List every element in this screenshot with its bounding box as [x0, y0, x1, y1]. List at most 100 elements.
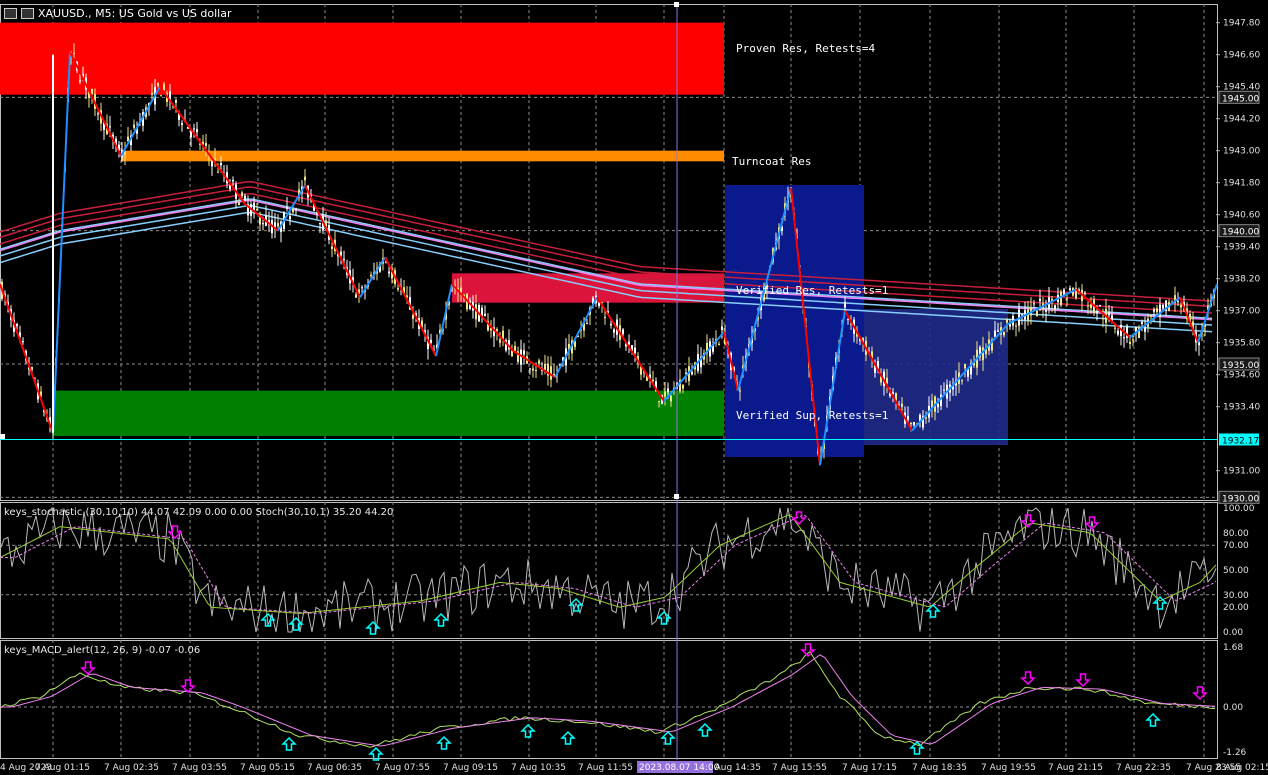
- candle-body: [943, 389, 945, 391]
- price-tick-label: 1931.00: [1223, 467, 1260, 477]
- stoch-tick-label: 100.00: [1223, 504, 1255, 514]
- symbol-type-icon[interactable]: [21, 7, 34, 19]
- price-level-label: 1945.00: [1222, 94, 1259, 104]
- candle-body: [157, 82, 159, 87]
- candle-body: [193, 128, 195, 130]
- stoch-tick-label: 80.00: [1223, 529, 1249, 539]
- candle-body: [925, 417, 927, 419]
- candle-body: [1156, 308, 1158, 313]
- stoch-tick-label: 20.00: [1223, 603, 1249, 613]
- candle-body: [535, 370, 537, 372]
- candle-body: [628, 341, 630, 345]
- sr-zone: [53, 390, 724, 436]
- candle-body: [721, 326, 723, 330]
- crosshair-handle[interactable]: [674, 2, 679, 7]
- time-label: 7 Aug 06:35: [307, 763, 362, 773]
- candle-body: [160, 95, 162, 97]
- chart-menu-icon[interactable]: [4, 7, 17, 19]
- time-label: 8 Aug 02:15: [1216, 763, 1268, 773]
- candle-body: [1132, 339, 1134, 341]
- candle-body: [211, 161, 213, 167]
- candle-body: [262, 223, 264, 225]
- candle-body: [1099, 305, 1101, 307]
- price-tick-label: 1945.40: [1223, 83, 1260, 93]
- candle-body: [277, 223, 279, 227]
- arrow-up-icon: [697, 722, 713, 737]
- candle-body: [397, 288, 399, 290]
- candle-body: [319, 222, 321, 225]
- arrow-up-icon: [436, 735, 452, 750]
- zigzag-segment: [435, 283, 453, 357]
- candle-body: [739, 390, 741, 392]
- zigzag-segment: [304, 184, 361, 298]
- candle-body: [910, 422, 912, 425]
- candle-body: [217, 171, 219, 173]
- candle-body: [1087, 305, 1089, 307]
- candle-body: [1066, 298, 1068, 300]
- candle-body: [151, 93, 153, 95]
- candle-body: [1027, 309, 1029, 322]
- stoch-tick-label: 0.00: [1223, 628, 1243, 638]
- candle-body: [256, 209, 258, 211]
- zigzag-segment: [159, 86, 246, 205]
- candle-body: [295, 208, 297, 210]
- candle-body: [613, 329, 615, 333]
- candle-body: [1096, 311, 1098, 314]
- price-tick-label: 1933.40: [1223, 403, 1260, 413]
- candle-body: [964, 363, 966, 369]
- candle-body: [499, 339, 501, 343]
- candle-body: [124, 152, 126, 155]
- candle-body: [544, 363, 546, 371]
- candle-body: [205, 142, 207, 146]
- candle-body: [16, 324, 18, 327]
- candle-body: [1114, 327, 1116, 329]
- candle-body: [1123, 337, 1125, 339]
- time-label: 7 Aug 10:35: [511, 763, 566, 773]
- arrow-up-icon: [433, 612, 449, 627]
- time-label: 7 Aug 22:35: [1116, 763, 1171, 773]
- candle-body: [682, 384, 684, 389]
- candle-body: [388, 271, 390, 274]
- candle-body: [232, 179, 234, 182]
- price-level-label: 1940.00: [1222, 228, 1259, 238]
- stoch-raw-line: [0, 506, 1217, 633]
- macd-tick-label: 0.00: [1223, 703, 1243, 713]
- candle-body: [1006, 319, 1008, 323]
- arrow-up-icon: [909, 740, 925, 755]
- price-tick-label: 1935.80: [1223, 339, 1260, 349]
- candle-body: [1153, 309, 1155, 312]
- candle-body: [1150, 315, 1152, 317]
- candle-body: [1180, 304, 1182, 308]
- zigzag-segment: [1197, 283, 1218, 343]
- candle-body: [634, 347, 636, 354]
- time-label: 7 Aug 05:15: [240, 763, 295, 773]
- candle-body: [907, 415, 909, 421]
- price-level-label: 1935.00: [1222, 361, 1259, 371]
- macd-title: keys_MACD_alert(12, 26, 9) -0.07 -0.06: [4, 645, 201, 656]
- candle-body: [997, 330, 999, 333]
- candle-body: [292, 208, 294, 213]
- arrow-down-icon: [80, 661, 96, 676]
- zigzag-segment: [0, 283, 54, 434]
- arrow-down-icon: [1075, 673, 1091, 688]
- time-label: 7 Aug 21:15: [1048, 763, 1103, 773]
- candle-body: [550, 366, 552, 380]
- sr-zone: [0, 22, 724, 95]
- arrow-up-icon: [568, 597, 584, 612]
- stoch-tick-label: 50.00: [1223, 566, 1249, 576]
- crosshair-handle[interactable]: [674, 494, 679, 499]
- zone-label: Turncoat Res: [732, 155, 811, 168]
- candle-body: [844, 301, 846, 308]
- chart-window[interactable]: Proven Res, Retests=4 Turncoat Res Verifie…: [0, 0, 1268, 775]
- time-label: 7 Aug 19:55: [981, 763, 1036, 773]
- candle-body: [1045, 310, 1047, 312]
- candle-body: [1069, 288, 1071, 291]
- chart-canvas[interactable]: Proven Res, Retests=4 Turncoat Res Verifie…: [0, 0, 1268, 775]
- symbol-title: XAUUSD., M5: US Gold vs US dollar: [38, 6, 232, 20]
- candle-body: [238, 202, 240, 206]
- candle-body: [586, 323, 588, 325]
- candle-body: [664, 391, 666, 397]
- panel-frame: [0, 502, 1218, 639]
- price-tick-label: 1938.20: [1223, 275, 1260, 285]
- hline-handle[interactable]: [0, 434, 5, 439]
